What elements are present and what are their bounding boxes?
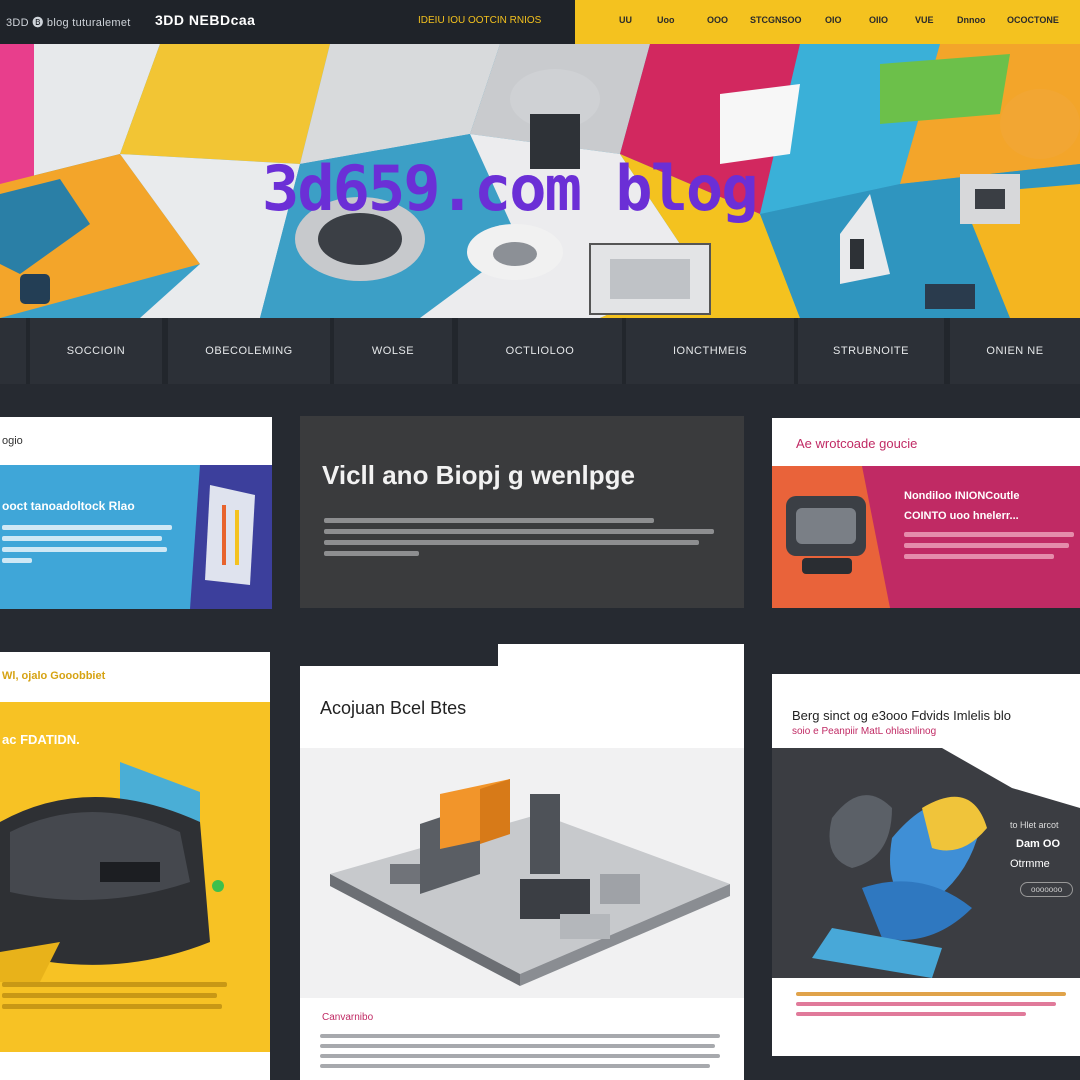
card-title[interactable]: Vicll ano Biopj g wenlpge: [322, 460, 635, 491]
category-nav-item[interactable]: SOCCIOIN: [30, 318, 162, 384]
post-card[interactable]: Berg sinct og e3ooo Fdvids Imlelis blo s…: [772, 652, 1080, 1056]
top-nav-item[interactable]: OOO: [707, 15, 728, 25]
category-nav-item[interactable]: IONCTHMEIS: [626, 318, 794, 384]
card-image: [772, 466, 890, 608]
printer-image: [0, 762, 224, 982]
top-nav-item[interactable]: STCGNSOO: [750, 15, 802, 25]
card-subtitle: COINTO uoo hnelerr...: [904, 510, 1019, 522]
top-nav-item[interactable]: OIIO: [869, 15, 888, 25]
card-tab-notch: [300, 644, 498, 666]
top-nav: UU Uoo OOO STCGNSOO OIO OIIO VUE Dnnoo O…: [575, 0, 1080, 44]
card-label: ogio: [2, 435, 23, 447]
card-side-text: Otrmme: [1010, 858, 1050, 870]
category-nav-label: OCTLIOLOO: [505, 345, 575, 357]
card-excerpt: [324, 518, 714, 562]
category-nav-label: OBECOLEMING: [205, 345, 293, 357]
category-nav-item[interactable]: WOLSE: [334, 318, 452, 384]
brand-subtitle: 3DD 🅑 blog tuturalemet: [6, 17, 131, 29]
card-excerpt: [2, 525, 172, 569]
card-title[interactable]: Acojuan Bcel Btes: [320, 698, 466, 719]
top-nav-item[interactable]: OCOCTONE: [1007, 15, 1059, 25]
card-title[interactable]: Berg sinct og e3ooo Fdvids Imlelis blo: [792, 708, 1011, 723]
top-nav-item[interactable]: Uoo: [657, 15, 675, 25]
post-card[interactable]: ogio ooct tanoadoltock Rlao: [0, 417, 272, 609]
card-excerpt: [320, 1034, 720, 1074]
category-nav-item[interactable]: OCTLIOLOO: [458, 318, 622, 384]
card-excerpt: [796, 992, 1066, 1022]
top-nav-item[interactable]: UU: [619, 15, 632, 25]
category-nav-label: ONIEN NE: [986, 345, 1044, 357]
card-image: [190, 465, 272, 609]
category-nav-label: WOLSE: [371, 345, 415, 357]
post-card[interactable]: Acojuan Bcel Btes Canvarnibo: [300, 644, 744, 1080]
hero-banner: 3d659.com blog: [0, 44, 1080, 318]
card-side-text: Dam OO: [1016, 838, 1061, 850]
category-nav-item[interactable]: ONIEN NE: [950, 318, 1080, 384]
card-title[interactable]: ac FDATIDN.: [2, 732, 80, 747]
read-more-button[interactable]: ooooooo: [1020, 882, 1074, 897]
tagline: IDEIU IOU OOTCIN RNIOS: [418, 15, 542, 26]
card-label: Ae wrotcoade goucie: [796, 436, 918, 451]
category-nav-label: STRUBNOITE: [833, 345, 909, 357]
post-card[interactable]: Ae wrotcoade goucie Nondiloo INIONCoutle…: [772, 418, 1080, 608]
top-nav-item[interactable]: VUE: [915, 15, 934, 25]
card-excerpt: [2, 982, 227, 1015]
card-excerpt: [904, 532, 1074, 565]
post-card[interactable]: Wl, ojalo Gooobbiet ac FDATIDN.: [0, 652, 270, 1080]
category-nav-item[interactable]: OBECOLEMING: [168, 318, 330, 384]
post-card[interactable]: Vicll ano Biopj g wenlpge: [300, 416, 744, 608]
card-subtitle: Canvarnibo: [322, 1012, 374, 1023]
top-nav-item[interactable]: OIO: [825, 15, 842, 25]
category-nav-item[interactable]: STRUBNOITE: [798, 318, 944, 384]
card-label: Wl, ojalo Gooobbiet: [2, 670, 106, 682]
category-nav-label: SOCCIOIN: [66, 345, 126, 357]
card-title[interactable]: ooct tanoadoltock Rlao: [2, 499, 135, 513]
card-subtitle: soio e Peanpiir MatL ohlasnlinog: [792, 726, 937, 737]
category-nav-label: IONCTHMEIS: [672, 345, 748, 357]
category-nav: SOCCIOIN OBECOLEMING WOLSE OCTLIOLOO ION…: [0, 318, 1080, 384]
top-bar: 3DD 🅑 blog tuturalemet 3DD NEBDcaa IDEIU…: [0, 0, 1080, 44]
top-nav-item[interactable]: Dnnoo: [957, 15, 986, 25]
printer-board-image: [330, 779, 730, 986]
brand-logo[interactable]: 3DD NEBDcaa: [155, 12, 255, 28]
card-side-text: to Hlet arcot: [1010, 820, 1059, 830]
card-title[interactable]: Nondiloo INIONCoutle: [904, 490, 1019, 502]
hero-title: 3d659.com blog: [262, 152, 759, 225]
category-nav-item[interactable]: [0, 318, 26, 384]
